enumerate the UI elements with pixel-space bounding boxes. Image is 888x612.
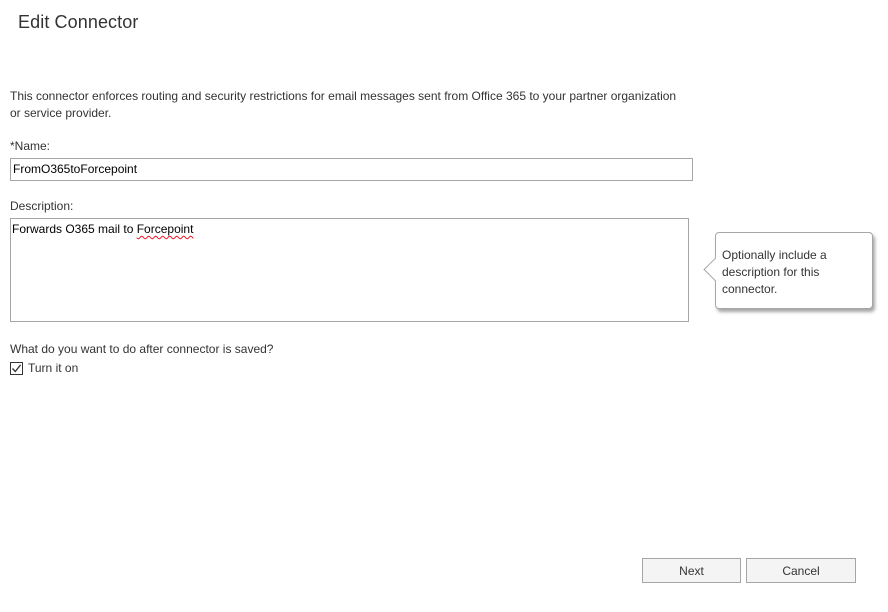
description-label: Description: — [10, 199, 74, 213]
turn-on-checkbox[interactable] — [10, 361, 23, 375]
misspelled-word: Forcepoint — [136, 222, 194, 236]
description-textarea[interactable]: Forwards O365 mail to Forcepoint — [10, 218, 689, 322]
description-value: Forwards O365 mail to — [12, 222, 137, 236]
intro-text: This connector enforces routing and secu… — [10, 89, 677, 120]
dialog-title: Edit Connector — [18, 12, 139, 32]
name-input-value: FromO365toForcepoint — [13, 162, 138, 176]
cancel-button[interactable]: Cancel — [746, 558, 856, 583]
next-button[interactable]: Next — [642, 558, 741, 583]
turn-on-option[interactable]: Turn it on — [10, 360, 78, 376]
after-save-question: What do you want to do after connector i… — [10, 342, 274, 356]
name-input[interactable]: FromO365toForcepoint — [10, 158, 693, 181]
turn-on-label[interactable]: Turn it on — [28, 361, 78, 375]
name-label: *Name: — [10, 139, 51, 153]
callout-text: Optionally include a description for thi… — [722, 248, 827, 296]
checkmark-icon — [12, 363, 22, 372]
help-callout: Optionally include a description for thi… — [703, 232, 873, 309]
